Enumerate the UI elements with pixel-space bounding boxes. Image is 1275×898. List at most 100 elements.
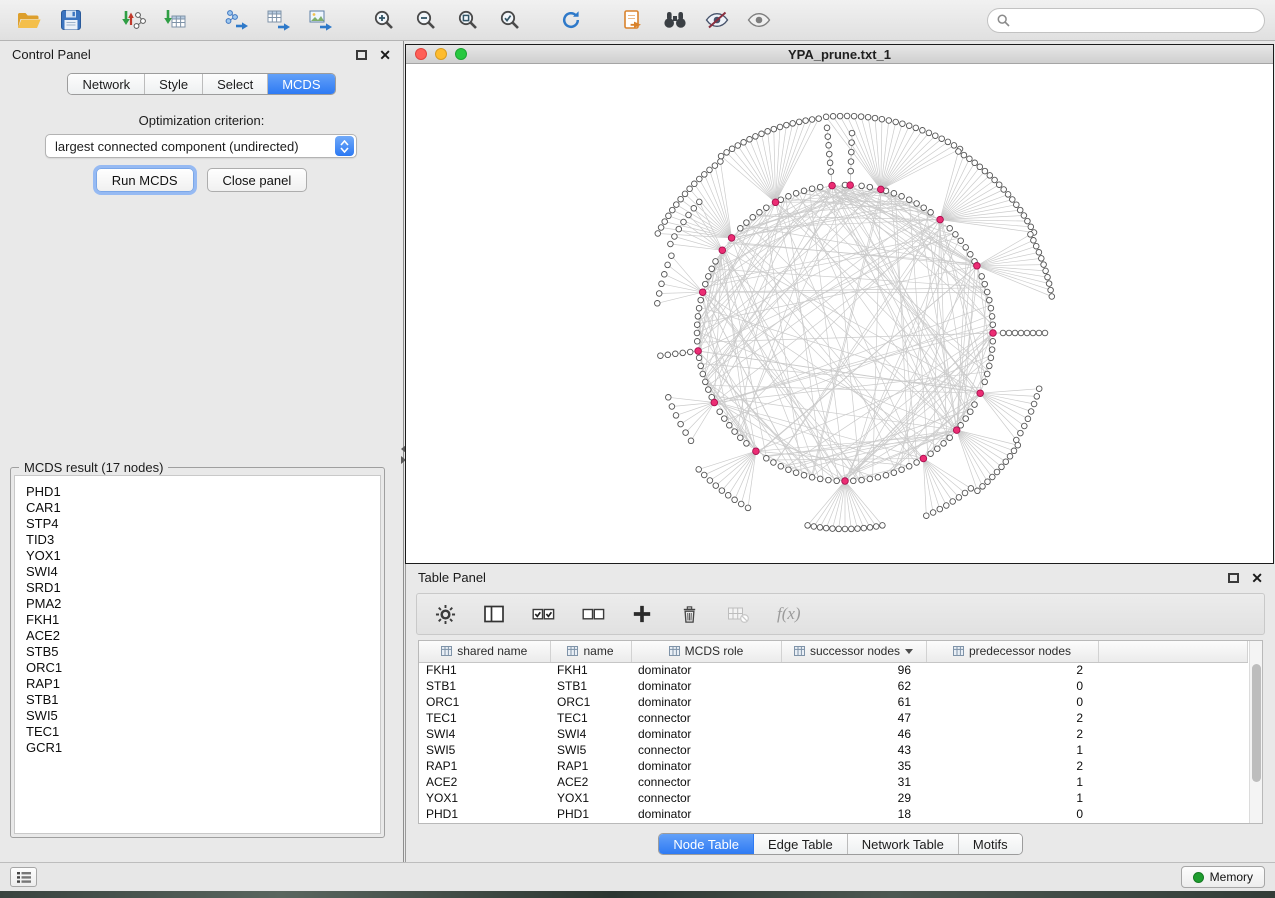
export-table-button[interactable] — [260, 4, 298, 36]
settings-gear-icon[interactable] — [435, 604, 456, 625]
mcds-result-node[interactable]: TID3 — [26, 532, 369, 548]
tab-node-table[interactable]: Node Table — [659, 834, 754, 854]
tab-mcds[interactable]: MCDS — [268, 74, 334, 94]
cell-shared-name: TEC1 — [419, 710, 550, 726]
mcds-result-node[interactable]: GCR1 — [26, 740, 369, 756]
table-row[interactable]: FKH1FKH1dominator962 — [419, 662, 1248, 678]
zoom-selected-button[interactable] — [490, 4, 528, 36]
run-mcds-button[interactable]: Run MCDS — [96, 168, 194, 192]
select-all-icon[interactable] — [532, 605, 555, 623]
find-button[interactable] — [656, 4, 694, 36]
show-all-button[interactable] — [740, 4, 778, 36]
mcds-result-node[interactable]: PHD1 — [26, 484, 369, 500]
cell-successor-nodes: 35 — [781, 758, 926, 774]
refresh-layout-button[interactable] — [552, 4, 590, 36]
mcds-result-node[interactable]: TEC1 — [26, 724, 369, 740]
tab-style[interactable]: Style — [145, 74, 203, 94]
cell-predecessor-nodes: 1 — [926, 742, 1098, 758]
table-row[interactable]: SWI5SWI5connector431 — [419, 742, 1248, 758]
column-header-shared-name[interactable]: shared name — [419, 641, 550, 662]
cell-filler — [1098, 694, 1248, 710]
table-row[interactable]: ORC1ORC1dominator610 — [419, 694, 1248, 710]
window-close-button[interactable] — [415, 48, 427, 60]
cell-name: PHD1 — [550, 806, 631, 822]
cell-predecessor-nodes: 1 — [926, 774, 1098, 790]
status-bar: Memory — [0, 862, 1275, 891]
window-zoom-button[interactable] — [455, 48, 467, 60]
mcds-result-node[interactable]: ORC1 — [26, 660, 369, 676]
column-header-successor-nodes[interactable]: successor nodes — [781, 641, 926, 662]
table-row[interactable]: SWI4SWI4dominator462 — [419, 726, 1248, 742]
cell-successor-nodes: 62 — [781, 678, 926, 694]
cell-name: FKH1 — [550, 662, 631, 678]
mcds-result-node[interactable]: CAR1 — [26, 500, 369, 516]
import-table-button[interactable] — [156, 4, 194, 36]
mcds-result-node[interactable]: STB5 — [26, 644, 369, 660]
table-scrollbar-thumb[interactable] — [1252, 664, 1261, 782]
table-row[interactable]: RAP1RAP1dominator352 — [419, 758, 1248, 774]
delete-row-icon[interactable] — [679, 604, 700, 625]
status-menu-button[interactable] — [10, 867, 37, 887]
mcds-result-node[interactable]: SRD1 — [26, 580, 369, 596]
add-row-icon[interactable] — [632, 604, 652, 624]
column-header-name[interactable]: name — [550, 641, 631, 662]
unselect-all-icon[interactable] — [582, 605, 605, 623]
mcds-result-node[interactable]: STB1 — [26, 692, 369, 708]
table-row[interactable]: PHD1PHD1dominator180 — [419, 806, 1248, 822]
show-columns-icon[interactable] — [483, 604, 505, 624]
hide-selected-button[interactable] — [698, 4, 736, 36]
save-session-button[interactable] — [52, 4, 90, 36]
node-table-grid[interactable]: shared namenameMCDS rolesuccessor nodesp… — [419, 641, 1248, 822]
tab-motifs[interactable]: Motifs — [959, 834, 1022, 854]
tab-edge-table[interactable]: Edge Table — [754, 834, 848, 854]
cell-MCDS-role: dominator — [631, 678, 781, 694]
cell-predecessor-nodes: 0 — [926, 806, 1098, 822]
cell-shared-name: ACE2 — [419, 774, 550, 790]
table-row[interactable]: ACE2ACE2connector311 — [419, 774, 1248, 790]
close-mcds-panel-button[interactable]: Close panel — [207, 168, 308, 192]
cell-predecessor-nodes: 0 — [926, 678, 1098, 694]
mcds-result-node[interactable]: RAP1 — [26, 676, 369, 692]
export-table-icon — [266, 8, 292, 32]
cell-predecessor-nodes: 2 — [926, 726, 1098, 742]
share-document-button[interactable] — [614, 4, 652, 36]
zoom-in-button[interactable] — [364, 4, 402, 36]
search-box[interactable] — [987, 8, 1265, 33]
import-network-button[interactable] — [114, 4, 152, 36]
close-panel-icon[interactable]: ✕ — [379, 48, 391, 62]
network-canvas[interactable] — [406, 65, 1273, 563]
mcds-result-node[interactable]: FKH1 — [26, 612, 369, 628]
export-network-button[interactable] — [218, 4, 256, 36]
zoom-fit-button[interactable] — [448, 4, 486, 36]
mcds-result-node[interactable]: PMA2 — [26, 596, 369, 612]
cell-name: SWI4 — [550, 726, 631, 742]
network-window-titlebar[interactable]: YPA_prune.txt_1 — [406, 45, 1273, 64]
float-table-panel-icon[interactable] — [1228, 573, 1239, 583]
float-panel-icon[interactable] — [356, 50, 367, 60]
open-session-button[interactable] — [10, 4, 48, 36]
column-header-MCDS-role[interactable]: MCDS role — [631, 641, 781, 662]
zoom-out-button[interactable] — [406, 4, 444, 36]
criterion-select[interactable]: largest connected component (undirected) — [45, 134, 357, 158]
memory-button[interactable]: Memory — [1181, 866, 1265, 888]
mcds-result-node[interactable]: SWI4 — [26, 564, 369, 580]
tab-network-table[interactable]: Network Table — [848, 834, 959, 854]
table-row[interactable]: YOX1YOX1connector291 — [419, 790, 1248, 806]
mcds-result-node[interactable]: SWI5 — [26, 708, 369, 724]
close-table-panel-icon[interactable]: ✕ — [1251, 571, 1263, 585]
export-image-button[interactable] — [302, 4, 340, 36]
search-input[interactable] — [1016, 13, 1255, 28]
table-scrollbar[interactable] — [1249, 641, 1262, 823]
mcds-result-node[interactable]: ACE2 — [26, 628, 369, 644]
tab-select[interactable]: Select — [203, 74, 268, 94]
cell-MCDS-role: connector — [631, 774, 781, 790]
window-minimize-button[interactable] — [435, 48, 447, 60]
table-row[interactable]: TEC1TEC1connector472 — [419, 710, 1248, 726]
mcds-result-node[interactable]: STP4 — [26, 516, 369, 532]
mcds-result-node[interactable]: YOX1 — [26, 548, 369, 564]
import-network-icon — [120, 8, 146, 32]
tab-network[interactable]: Network — [68, 74, 145, 94]
table-row[interactable]: STB1STB1dominator620 — [419, 678, 1248, 694]
column-header-predecessor-nodes[interactable]: predecessor nodes — [926, 641, 1098, 662]
network-graph[interactable] — [406, 65, 1273, 563]
